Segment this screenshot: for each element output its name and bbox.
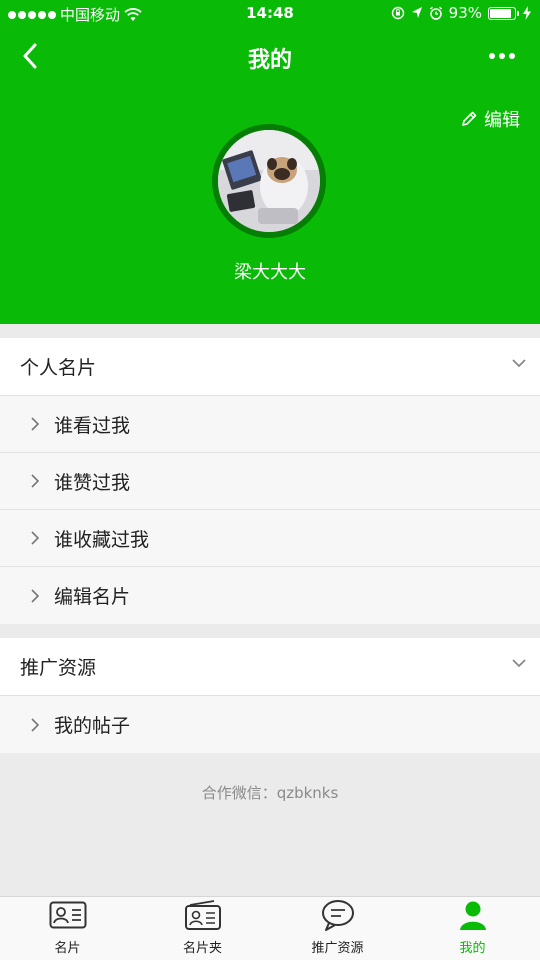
chevron-down-icon bbox=[512, 659, 526, 668]
list-item-who-liked-me[interactable]: 谁赞过我 bbox=[0, 453, 540, 510]
card-holder-icon bbox=[183, 897, 223, 933]
location-icon bbox=[411, 7, 422, 18]
avatar[interactable] bbox=[212, 124, 326, 238]
card-icon bbox=[48, 897, 88, 933]
tab-promotion[interactable]: 推广资源 bbox=[270, 897, 405, 960]
tab-card-holder[interactable]: 名片夹 bbox=[135, 897, 270, 960]
edit-profile-button[interactable]: 编辑 bbox=[460, 106, 520, 132]
chevron-right-icon bbox=[30, 530, 46, 546]
page-title: 我的 bbox=[247, 48, 292, 73]
more-dot bbox=[489, 53, 495, 59]
list-item-label: 谁看过我 bbox=[54, 414, 131, 437]
battery-icon bbox=[488, 6, 519, 20]
tab-bar: 名片 名片夹 推广资源 我的 bbox=[0, 896, 540, 960]
message-icon bbox=[318, 897, 358, 933]
tab-mine[interactable]: 我的 bbox=[405, 897, 540, 960]
chevron-right-icon bbox=[30, 588, 46, 604]
list-item-label: 谁收藏过我 bbox=[54, 528, 150, 551]
pencil-icon bbox=[462, 111, 477, 126]
list-item-label: 我的帖子 bbox=[54, 715, 131, 737]
chevron-right-icon bbox=[30, 416, 46, 432]
alarm-icon bbox=[429, 6, 442, 20]
contact-note: 合作微信：qzbknks bbox=[201, 784, 339, 802]
chevron-right-icon bbox=[30, 473, 46, 489]
list-item-who-viewed-me[interactable]: 谁看过我 bbox=[0, 396, 540, 453]
status-bar: 中国移动 14:48 93% bbox=[0, 0, 540, 28]
list-item-who-saved-me[interactable]: 谁收藏过我 bbox=[0, 510, 540, 567]
list-item-label: 谁赞过我 bbox=[54, 471, 131, 494]
list-item-label: 编辑名片 bbox=[54, 586, 131, 608]
list-item-edit-card[interactable]: 编辑名片 bbox=[0, 567, 540, 624]
status-right: 93% bbox=[391, 4, 532, 22]
tab-label: 名片 bbox=[54, 941, 81, 956]
more-button[interactable] bbox=[482, 42, 522, 70]
tab-card[interactable]: 名片 bbox=[0, 897, 135, 960]
more-dot bbox=[499, 53, 505, 59]
section-title: 推广资源 bbox=[20, 657, 97, 679]
screen: 中国移动 14:48 93% 我的 编辑 梁大大大 个人名片 谁看过我 谁赞过我… bbox=[0, 0, 540, 960]
avatar-image bbox=[218, 130, 320, 232]
user-name: 梁大大大 bbox=[234, 262, 306, 283]
profile-header: 中国移动 14:48 93% 我的 编辑 梁大大大 bbox=[0, 0, 540, 324]
chevron-down-icon bbox=[512, 359, 526, 368]
nav-bar: 我的 bbox=[0, 28, 540, 84]
tab-label: 推广资源 bbox=[311, 941, 364, 956]
section-header-personal-card[interactable]: 个人名片 bbox=[0, 338, 540, 396]
section-header-promotion[interactable]: 推广资源 bbox=[0, 638, 540, 696]
more-dot bbox=[509, 53, 515, 59]
charging-icon bbox=[523, 6, 531, 20]
section-title: 个人名片 bbox=[20, 357, 97, 379]
tab-label: 我的 bbox=[459, 941, 486, 956]
chevron-right-icon bbox=[30, 717, 46, 733]
avatar-photo-icon bbox=[218, 130, 320, 232]
tab-label: 名片夹 bbox=[182, 941, 222, 956]
battery-percent: 93% bbox=[448, 4, 482, 22]
list-item-my-posts[interactable]: 我的帖子 bbox=[0, 696, 540, 753]
edit-label: 编辑 bbox=[484, 110, 520, 131]
rotation-lock-icon bbox=[391, 6, 404, 20]
battery-fill bbox=[490, 8, 511, 18]
user-icon bbox=[453, 897, 493, 933]
